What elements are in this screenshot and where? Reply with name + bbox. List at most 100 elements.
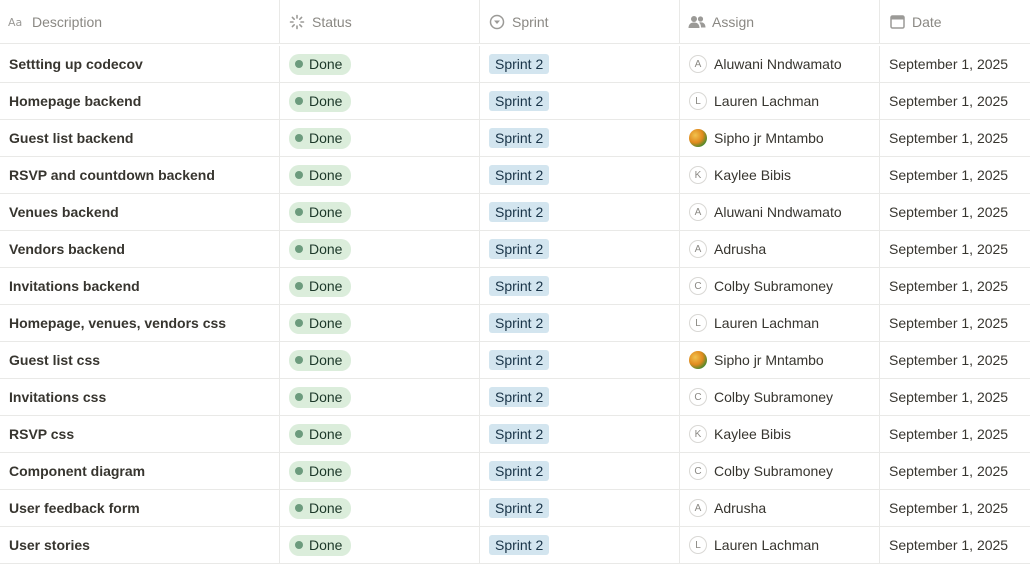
sprint-cell[interactable]: Sprint 2: [480, 231, 680, 267]
description-cell[interactable]: Venues backend: [0, 194, 280, 230]
sprint-cell[interactable]: Sprint 2: [480, 453, 680, 489]
status-cell[interactable]: Done: [280, 379, 480, 415]
date-cell[interactable]: September 1, 2025: [880, 490, 1030, 526]
status-badge: Done: [289, 497, 352, 519]
description-cell[interactable]: Invitations backend: [0, 268, 280, 304]
date-cell[interactable]: September 1, 2025: [880, 194, 1030, 230]
date-cell[interactable]: September 1, 2025: [880, 231, 1030, 267]
description-cell[interactable]: Homepage, venues, vendors css: [0, 305, 280, 341]
table-row[interactable]: User stories Done Sprint 2 L Lauren Lach…: [0, 527, 1030, 564]
column-header-status[interactable]: Status: [280, 0, 480, 43]
status-cell[interactable]: Done: [280, 453, 480, 489]
sprint-cell[interactable]: Sprint 2: [480, 194, 680, 230]
status-cell[interactable]: Done: [280, 490, 480, 526]
date-cell[interactable]: September 1, 2025: [880, 453, 1030, 489]
status-cell[interactable]: Done: [280, 305, 480, 341]
sprint-cell[interactable]: Sprint 2: [480, 157, 680, 193]
status-cell[interactable]: Done: [280, 268, 480, 304]
date-cell[interactable]: September 1, 2025: [880, 157, 1030, 193]
column-header-date[interactable]: Date: [880, 0, 1030, 43]
table-row[interactable]: RSVP css Done Sprint 2 K Kaylee Bibis Se…: [0, 416, 1030, 453]
status-cell[interactable]: Done: [280, 527, 480, 563]
assign-cell[interactable]: L Lauren Lachman: [680, 83, 880, 119]
status-cell[interactable]: Done: [280, 120, 480, 156]
date-cell[interactable]: September 1, 2025: [880, 527, 1030, 563]
table-row[interactable]: Homepage backend Done Sprint 2 L Lauren …: [0, 83, 1030, 120]
description-cell[interactable]: Guest list backend: [0, 120, 280, 156]
description-cell[interactable]: Guest list css: [0, 342, 280, 378]
description-cell[interactable]: Settting up codecov: [0, 46, 280, 82]
sprint-cell[interactable]: Sprint 2: [480, 490, 680, 526]
assign-cell[interactable]: L Lauren Lachman: [680, 305, 880, 341]
status-cell[interactable]: Done: [280, 46, 480, 82]
sprint-cell[interactable]: Sprint 2: [480, 83, 680, 119]
sprint-cell[interactable]: Sprint 2: [480, 305, 680, 341]
sprint-tag: Sprint 2: [489, 165, 550, 185]
table-row[interactable]: Vendors backend Done Sprint 2 A Adrusha …: [0, 231, 1030, 268]
assign-cell[interactable]: A Adrusha: [680, 231, 880, 267]
description-cell[interactable]: Invitations css: [0, 379, 280, 415]
status-cell[interactable]: Done: [280, 157, 480, 193]
date-value: September 1, 2025: [889, 352, 1009, 368]
date-cell[interactable]: September 1, 2025: [880, 305, 1030, 341]
date-cell[interactable]: September 1, 2025: [880, 83, 1030, 119]
status-dot-icon: [295, 60, 303, 68]
status-cell[interactable]: Done: [280, 231, 480, 267]
description-cell[interactable]: Vendors backend: [0, 231, 280, 267]
sprint-cell[interactable]: Sprint 2: [480, 342, 680, 378]
sprint-cell[interactable]: Sprint 2: [480, 46, 680, 82]
sprint-cell[interactable]: Sprint 2: [480, 268, 680, 304]
table-row[interactable]: Invitations backend Done Sprint 2 C Colb…: [0, 268, 1030, 305]
task-title: Invitations css: [9, 389, 107, 405]
date-cell[interactable]: September 1, 2025: [880, 268, 1030, 304]
status-label: Done: [309, 315, 343, 331]
table-row[interactable]: Settting up codecov Done Sprint 2 A Aluw…: [0, 46, 1030, 83]
date-value: September 1, 2025: [889, 204, 1009, 220]
date-cell[interactable]: September 1, 2025: [880, 46, 1030, 82]
table-row[interactable]: RSVP and countdown backend Done Sprint 2…: [0, 157, 1030, 194]
date-cell[interactable]: September 1, 2025: [880, 379, 1030, 415]
column-header-sprint[interactable]: Sprint: [480, 0, 680, 43]
status-cell[interactable]: Done: [280, 83, 480, 119]
table-row[interactable]: Venues backend Done Sprint 2 A Aluwani N…: [0, 194, 1030, 231]
description-cell[interactable]: RSVP css: [0, 416, 280, 452]
description-cell[interactable]: RSVP and countdown backend: [0, 157, 280, 193]
assignee-name: Lauren Lachman: [714, 537, 820, 553]
status-cell[interactable]: Done: [280, 342, 480, 378]
description-cell[interactable]: User stories: [0, 527, 280, 563]
date-cell[interactable]: September 1, 2025: [880, 342, 1030, 378]
table-row[interactable]: Homepage, venues, vendors css Done Sprin…: [0, 305, 1030, 342]
date-value: September 1, 2025: [889, 167, 1009, 183]
sprint-cell[interactable]: Sprint 2: [480, 527, 680, 563]
table-row[interactable]: User feedback form Done Sprint 2 A Adrus…: [0, 490, 1030, 527]
assign-cell[interactable]: Sipho jr Mntambo: [680, 342, 880, 378]
sprint-cell[interactable]: Sprint 2: [480, 120, 680, 156]
assign-cell[interactable]: C Colby Subramoney: [680, 453, 880, 489]
assign-cell[interactable]: Sipho jr Mntambo: [680, 120, 880, 156]
date-cell[interactable]: September 1, 2025: [880, 120, 1030, 156]
table-row[interactable]: Guest list backend Done Sprint 2 Sipho j…: [0, 120, 1030, 157]
date-cell[interactable]: September 1, 2025: [880, 416, 1030, 452]
assign-cell[interactable]: C Colby Subramoney: [680, 268, 880, 304]
assign-cell[interactable]: A Aluwani Nndwamato: [680, 46, 880, 82]
assign-cell[interactable]: L Lauren Lachman: [680, 527, 880, 563]
column-header-assign[interactable]: Assign: [680, 0, 880, 43]
assign-cell[interactable]: K Kaylee Bibis: [680, 416, 880, 452]
assign-cell[interactable]: C Colby Subramoney: [680, 379, 880, 415]
description-cell[interactable]: Component diagram: [0, 453, 280, 489]
sprint-cell[interactable]: Sprint 2: [480, 379, 680, 415]
description-cell[interactable]: Homepage backend: [0, 83, 280, 119]
status-cell[interactable]: Done: [280, 194, 480, 230]
assign-cell[interactable]: A Aluwani Nndwamato: [680, 194, 880, 230]
status-cell[interactable]: Done: [280, 416, 480, 452]
status-label: Done: [309, 537, 343, 553]
table-row[interactable]: Guest list css Done Sprint 2 Sipho jr Mn…: [0, 342, 1030, 379]
task-title: Vendors backend: [9, 241, 125, 257]
description-cell[interactable]: User feedback form: [0, 490, 280, 526]
assign-cell[interactable]: K Kaylee Bibis: [680, 157, 880, 193]
table-row[interactable]: Invitations css Done Sprint 2 C Colby Su…: [0, 379, 1030, 416]
table-row[interactable]: Component diagram Done Sprint 2 C Colby …: [0, 453, 1030, 490]
column-header-description[interactable]: Aa Description: [0, 0, 280, 43]
sprint-cell[interactable]: Sprint 2: [480, 416, 680, 452]
assign-cell[interactable]: A Adrusha: [680, 490, 880, 526]
